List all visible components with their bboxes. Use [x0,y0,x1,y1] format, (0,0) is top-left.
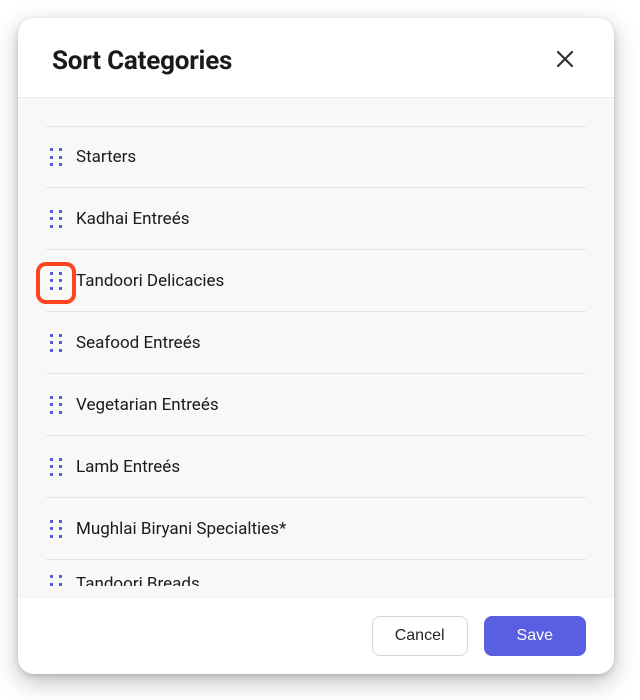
category-row[interactable]: Lamb Entreés [46,436,586,498]
drag-handle-icon[interactable] [46,333,66,353]
drag-handle-icon[interactable] [46,457,66,477]
cancel-button[interactable]: Cancel [372,616,468,656]
category-label: Lamb Entreés [76,457,180,477]
drag-handle-icon[interactable] [46,147,66,167]
drag-handle-icon[interactable] [46,395,66,415]
category-row[interactable]: Tandoori Delicacies [46,250,586,312]
close-icon [554,48,576,70]
modal-body: Starters Kadhai Entreés Tandoori Delicacie… [18,98,614,597]
category-label: Vegetarian Entreés [76,395,219,415]
category-row[interactable]: Tandoori Breads [46,560,586,586]
category-row[interactable]: Kadhai Entreés [46,188,586,250]
modal-header: Sort Categories [18,18,614,98]
category-label: Kadhai Entreés [76,209,189,229]
modal-title: Sort Categories [52,46,232,76]
drag-handle-icon[interactable] [46,271,66,291]
drag-handle-icon[interactable] [46,209,66,229]
category-label: Starters [76,147,136,167]
close-button[interactable] [550,44,580,77]
category-row[interactable]: Vegetarian Entreés [46,374,586,436]
drag-handle-icon[interactable] [46,574,66,586]
category-row[interactable]: Starters [46,126,586,188]
category-list: Starters Kadhai Entreés Tandoori Delicacie… [18,98,614,586]
save-button[interactable]: Save [484,616,586,656]
category-label: Tandoori Delicacies [76,271,224,291]
category-label: Seafood Entreés [76,333,200,353]
drag-handle-icon[interactable] [46,519,66,539]
category-label: Tandoori Breads [76,574,200,586]
sort-categories-modal: Sort Categories Starters Kadhai Entreés Ta… [18,18,614,674]
category-row[interactable]: Mughlai Biryani Specialties* [46,498,586,560]
category-row[interactable]: Seafood Entreés [46,312,586,374]
modal-footer: Cancel Save [18,597,614,674]
category-label: Mughlai Biryani Specialties* [76,519,286,539]
